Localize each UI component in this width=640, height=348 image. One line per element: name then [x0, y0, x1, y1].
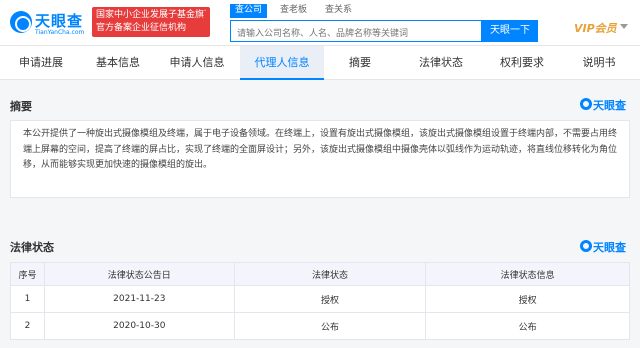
tab-application-progress[interactable]: 申请进展: [0, 46, 82, 80]
badge-line-1: 国家中小企业发展子基金旗下: [96, 10, 206, 20]
legal-status-table: 序号 法律状态公告日 法律状态 法律状态信息 1 2021-11-23 授权 授…: [10, 262, 630, 340]
column-header-info: 法律状态信息: [425, 262, 630, 286]
abstract-text: 本公开提供了一种旋出式摄像模组及终端，属于电子设备领域。在终端上，设置有旋出式摄…: [23, 129, 618, 170]
legal-status-title: 法律状态: [10, 241, 54, 254]
column-header-date: 法律状态公告日: [43, 262, 235, 286]
cell-no: 1: [10, 285, 45, 313]
logo-eye-icon: [10, 11, 32, 33]
search-input[interactable]: [231, 24, 481, 44]
table-header-row: 序号 法律状态公告日 法律状态 法律状态信息: [10, 262, 630, 286]
tab-abstract[interactable]: 摘要: [324, 46, 396, 80]
cell-status: 授权: [233, 285, 427, 313]
search-tab-boss[interactable]: 查老板: [275, 4, 312, 18]
cell-status: 公布: [233, 312, 427, 340]
top-header: 天眼查 TianYanCha.com 国家中小企业发展子基金旗下 官方备案企业征…: [0, 0, 640, 46]
logo-domain: TianYanCha.com: [35, 29, 85, 36]
search-area: 查公司 查老板 查关系 天眼一下: [230, 4, 540, 44]
abstract-brand: 天眼查: [580, 97, 632, 112]
chevron-down-icon[interactable]: [620, 24, 628, 29]
logo-name: 天眼查: [35, 12, 84, 30]
tianyancha-eye-icon: [580, 240, 592, 252]
tab-basic-info[interactable]: 基本信息: [82, 46, 154, 80]
tab-agent-info[interactable]: 代理人信息: [240, 46, 324, 80]
column-header-status: 法律状态: [233, 262, 427, 286]
cell-date: 2021-11-23: [43, 285, 235, 313]
abstract-brand-text: 天眼查: [593, 99, 626, 112]
vip-member-link[interactable]: VIP会员: [574, 20, 617, 36]
search-box: [230, 20, 482, 44]
table-row: 1 2021-11-23 授权 授权: [10, 285, 630, 313]
tianyancha-logo[interactable]: 天眼查 TianYanCha.com: [10, 9, 90, 37]
cell-info: 授权: [425, 285, 630, 313]
tab-description[interactable]: 说明书: [558, 46, 640, 80]
search-type-tabs: 查公司 查老板 查关系: [230, 4, 357, 18]
search-button[interactable]: 天眼一下: [482, 20, 538, 42]
cell-date: 2020-10-30: [43, 312, 235, 340]
tab-claims[interactable]: 权利要求: [486, 46, 558, 80]
cell-info: 公布: [425, 312, 630, 340]
search-tab-company[interactable]: 查公司: [230, 4, 268, 18]
legal-brand-text: 天眼查: [593, 241, 626, 254]
badge-line-2: 官方备案企业征信机构: [96, 23, 187, 33]
credit-badge: 国家中小企业发展子基金旗下 官方备案企业征信机构: [92, 7, 210, 37]
tab-applicant-info[interactable]: 申请人信息: [154, 46, 240, 80]
search-tab-relation[interactable]: 查关系: [320, 4, 357, 18]
patent-tabs: 申请进展 基本信息 申请人信息 代理人信息 摘要 法律状态 权利要求 说明书: [0, 46, 640, 80]
tab-legal-status[interactable]: 法律状态: [396, 46, 486, 80]
abstract-box: 本公开提供了一种旋出式摄像模组及终端，属于电子设备领域。在终端上，设置有旋出式摄…: [10, 120, 630, 198]
tianyancha-eye-icon: [580, 98, 592, 110]
legal-brand: 天眼查: [580, 239, 632, 254]
abstract-title: 摘要: [10, 100, 32, 113]
table-row: 2 2020-10-30 公布 公布: [10, 312, 630, 340]
cell-no: 2: [10, 312, 45, 340]
column-header-no: 序号: [10, 262, 45, 286]
